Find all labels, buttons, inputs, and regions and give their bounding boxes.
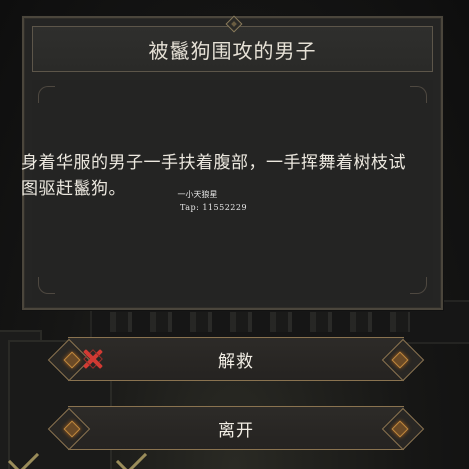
choice-rescue-label: 解救 [218,351,254,372]
choice-leave-button[interactable]: 离开 [47,406,425,451]
dialog-header: 被鬣狗围攻的男子 [32,15,433,72]
corner-ornament [38,86,55,103]
corner-ornament [38,277,55,294]
watermark: 一小天狼星 Tap: 11552229 [148,189,247,213]
choice-leave-label: 离开 [218,420,254,441]
header-gem-ornament [225,15,242,33]
background-rubble [110,312,410,332]
watermark-tap-id: Tap: 11552229 [180,203,248,212]
dialog-title: 被鬣狗围攻的男子 [148,38,317,63]
watermark-name: 一小天狼星 [177,190,218,199]
corner-ornament [410,277,427,294]
game-screen: 被鬣狗围攻的男子 身着华服的男子一手扶着腹部，一手挥舞着树枝试图驱赶鬣狗。 一小… [0,0,469,469]
corner-ornament [410,86,427,103]
choice-rescue-button[interactable]: 解救 [47,337,425,382]
